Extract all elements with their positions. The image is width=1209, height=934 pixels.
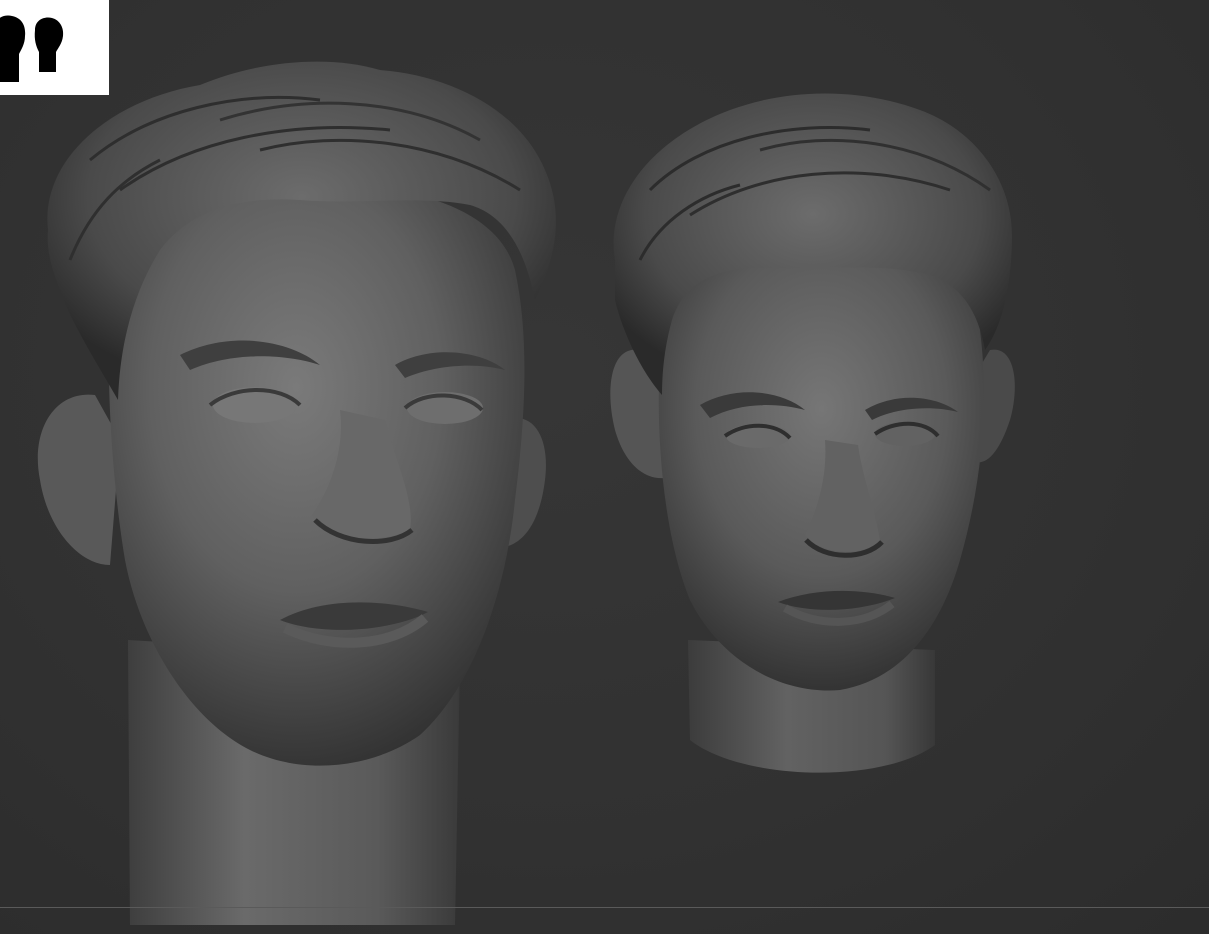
canvas-viewport[interactable]	[0, 0, 1209, 934]
face	[658, 257, 984, 691]
sculpt-head-left[interactable]	[0, 0, 1209, 934]
sculpt-head-right[interactable]	[610, 93, 1015, 773]
eye	[213, 387, 297, 423]
floor-grid-line	[0, 907, 1209, 908]
ear-left	[37, 394, 121, 565]
